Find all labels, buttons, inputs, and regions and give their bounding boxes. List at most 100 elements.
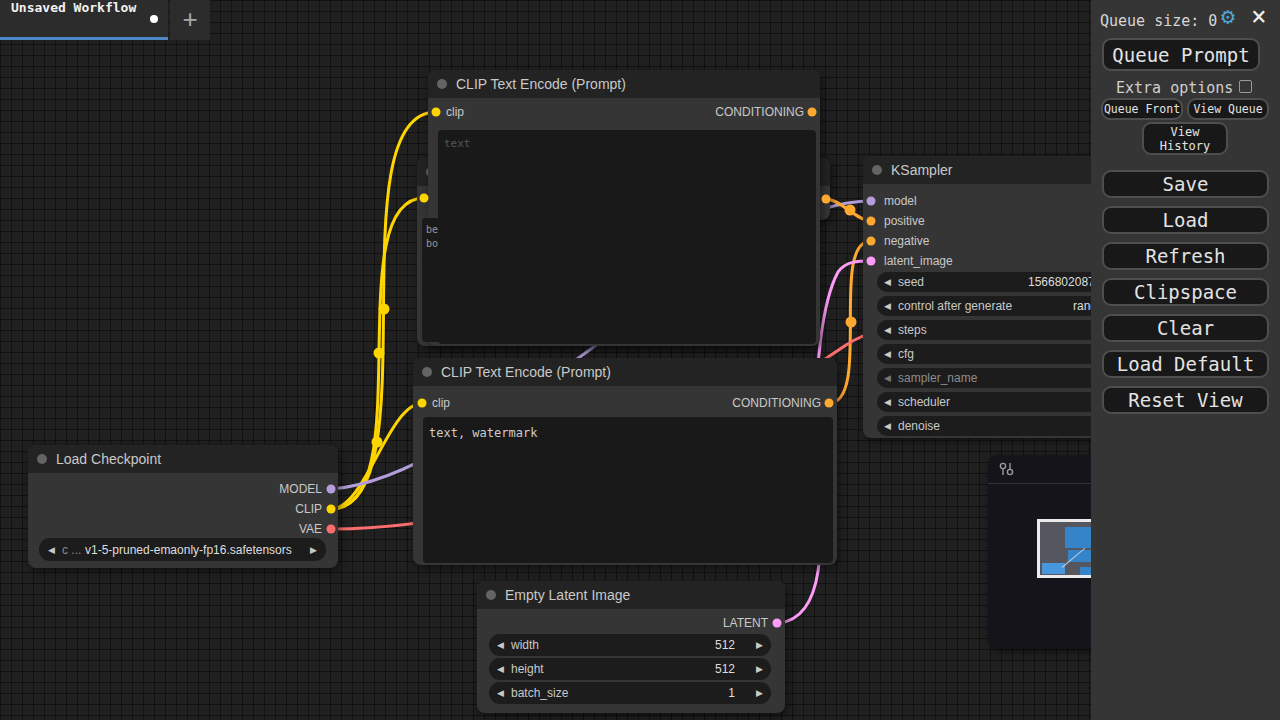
left-arrow-icon[interactable]: ◀ [48,545,55,554]
link-midpoint-dot[interactable] [374,348,385,359]
widget-value: 1 [728,686,735,700]
node-title: Empty Latent Image [505,581,630,609]
sampler-name-widget[interactable]: ◀ sampler_name [877,368,1110,388]
gear-icon[interactable]: ⚙ [1221,3,1235,29]
workflow-tab[interactable]: Unsaved Workflow [0,0,168,40]
load-button[interactable]: Load [1102,206,1269,234]
left-arrow-icon[interactable]: ◀ [884,350,891,359]
widget-label: sampler_name [898,371,977,385]
input-label-clip: clip [432,397,450,409]
port-negative-input[interactable] [867,237,876,246]
link-midpoint-dot[interactable] [846,317,857,328]
node-load-checkpoint[interactable]: Load Checkpoint MODEL CLIP VAE ◀ c ... v… [28,445,338,568]
port-latent-output[interactable] [773,619,782,628]
height-widget[interactable]: ◀ height 512 ▶ [489,658,771,680]
left-arrow-icon[interactable]: ◀ [497,689,504,698]
widget-label: batch_size [511,686,568,700]
width-widget[interactable]: ◀ width 512 ▶ [489,634,771,656]
refresh-button[interactable]: Refresh [1102,242,1269,270]
input-label-model: model [884,195,917,207]
save-button[interactable]: Save [1102,170,1269,198]
load-default-button[interactable]: Load Default [1102,350,1269,378]
left-arrow-icon[interactable]: ◀ [884,326,891,335]
sliders-icon [998,460,1016,478]
port-vae-output[interactable] [327,525,336,534]
new-workflow-button[interactable]: + [170,0,210,40]
widget-value: 512 [715,638,735,652]
port-clip-input[interactable] [420,194,429,203]
right-arrow-icon[interactable]: ▶ [756,665,763,674]
collapse-dot[interactable] [872,165,882,175]
queue-prompt-button[interactable]: Queue Prompt [1102,38,1260,71]
output-label-conditioning: CONDITIONING [715,106,804,118]
input-label-positive: positive [884,215,925,227]
widget-value: v1-5-pruned-emaonly-fp16.safetensors [85,543,292,557]
unsaved-dot [150,15,158,23]
scheduler-widget[interactable]: ◀ scheduler [877,392,1110,412]
clipspace-button[interactable]: Clipspace [1102,278,1269,306]
output-label-vae: VAE [299,523,322,535]
prompt-textarea[interactable]: text [438,130,816,344]
left-arrow-icon[interactable]: ◀ [884,278,891,287]
batch-size-widget[interactable]: ◀ batch_size 1 ▶ [489,682,771,704]
left-arrow-icon[interactable]: ◀ [884,302,891,311]
port-positive-input[interactable] [867,217,876,226]
view-history-button[interactable]: ViewHistory [1142,122,1228,155]
left-arrow-icon[interactable]: ◀ [497,665,504,674]
input-label-latent-image: latent_image [884,255,953,267]
node-empty-latent-image[interactable]: Empty Latent Image LATENT ◀ width 512 ▶ … [477,581,785,713]
tab-title: Unsaved Workflow [11,0,136,15]
port-conditioning-output[interactable] [808,108,817,117]
widget-label: seed [898,275,924,289]
collapse-dot[interactable] [422,367,432,377]
right-arrow-icon[interactable]: ▶ [310,545,317,554]
input-label-clip: clip [446,106,464,118]
extra-options-checkbox[interactable] [1239,80,1252,93]
left-arrow-icon[interactable]: ◀ [497,641,504,650]
port-model-input[interactable] [867,197,876,206]
left-arrow-icon[interactable]: ◀ [884,398,891,407]
link-midpoint-dot[interactable] [845,205,856,216]
collapse-dot[interactable] [437,79,447,89]
collapse-dot[interactable] [486,590,496,600]
port-model-output[interactable] [327,485,336,494]
view-queue-button[interactable]: View Queue [1187,98,1269,120]
widget-value: 512 [715,662,735,676]
queue-front-button[interactable]: Queue Front [1101,98,1183,120]
steps-widget[interactable]: ◀ steps [877,320,1110,340]
widget-label: denoise [898,419,940,433]
node-title: CLIP Text Encode (Prompt) [441,358,611,386]
placeholder-text: text [444,137,471,150]
close-icon[interactable]: × [1251,1,1267,31]
node-title: CLIP Text Encode (Prompt) [456,70,626,98]
control-after-generate-widget[interactable]: ◀ control after generate randomize [877,296,1110,316]
clear-button[interactable]: Clear [1102,314,1269,342]
widget-label: scheduler [898,395,950,409]
left-arrow-icon[interactable]: ◀ [884,374,891,383]
output-label-clip: CLIP [295,503,322,515]
graph-canvas[interactable]: be bo CLIP Text Encode (Prompt) clip CON… [0,0,1280,720]
seed-widget[interactable]: ◀ seed 15668020871 [877,272,1110,292]
collapse-dot[interactable] [37,454,47,464]
cfg-widget[interactable]: ◀ cfg [877,344,1110,364]
ckpt-name-widget[interactable]: ◀ c ... v1-5-pruned-emaonly-fp16.safeten… [39,538,326,561]
reset-view-button[interactable]: Reset View [1102,386,1269,414]
denoise-widget[interactable]: ◀ denoise [877,416,1110,436]
left-arrow-icon[interactable]: ◀ [884,422,891,431]
right-arrow-icon[interactable]: ▶ [756,689,763,698]
node-ksampler[interactable]: KSampler model positive negative latent_… [863,156,1120,438]
port-conditioning-output[interactable] [822,195,831,204]
prompt-textarea[interactable]: text, watermark [423,417,833,563]
queue-size-label: Queue size: 0 [1100,12,1217,30]
port-clip-output[interactable] [327,505,336,514]
port-conditioning-output[interactable] [825,399,834,408]
port-clip-input[interactable] [418,399,427,408]
port-clip-input[interactable] [432,108,441,117]
link-midpoint-dot[interactable] [379,304,390,315]
link-midpoint-dot[interactable] [372,437,383,448]
prompt-text: text, watermark [429,426,537,440]
widget-label: width [511,638,539,652]
port-latent-image-input[interactable] [867,257,876,266]
right-arrow-icon[interactable]: ▶ [756,641,763,650]
widget-label: height [511,662,544,676]
